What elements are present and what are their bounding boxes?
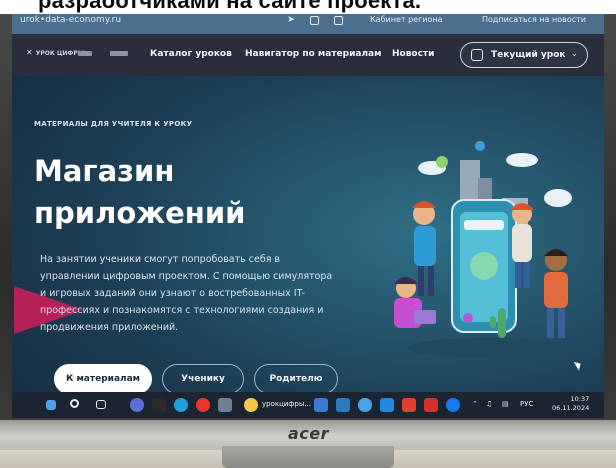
cactus-shape bbox=[498, 308, 506, 338]
app-icon-1[interactable] bbox=[130, 398, 144, 412]
monitor-stand bbox=[222, 446, 394, 468]
mail-icon[interactable] bbox=[380, 398, 394, 412]
cloud-shape bbox=[544, 189, 572, 207]
map-pin-icon bbox=[463, 313, 473, 323]
network-icon[interactable]: ▤ bbox=[502, 400, 509, 408]
phone-island-shape bbox=[470, 252, 498, 280]
app-icon-5[interactable] bbox=[336, 398, 350, 412]
kid-hair-shape bbox=[394, 277, 418, 284]
kid-leg-shape bbox=[428, 266, 434, 296]
kid-hair-shape bbox=[544, 249, 568, 256]
kid-hair-shape bbox=[412, 201, 436, 208]
task-view-icon[interactable] bbox=[96, 400, 106, 409]
ground-shadow-shape bbox=[408, 338, 568, 358]
parent-button[interactable]: Родителю bbox=[254, 364, 338, 394]
kid-leg-shape bbox=[515, 262, 521, 288]
app-icon-2[interactable] bbox=[152, 398, 166, 412]
robot-icon bbox=[471, 49, 483, 61]
edge-icon[interactable] bbox=[174, 398, 188, 412]
kid-leg-shape bbox=[524, 262, 530, 288]
nav-navigator-link[interactable]: Навигатор по материалам bbox=[245, 49, 382, 59]
facebook-icon[interactable] bbox=[446, 398, 460, 412]
kid-body-shape bbox=[512, 224, 532, 262]
cabinet-region-link[interactable]: Кабинет региона bbox=[370, 15, 443, 24]
cloud-shape bbox=[506, 153, 538, 167]
photo-caption: разработчиками на сайте проекта. bbox=[38, 0, 422, 13]
phone-ui-bar bbox=[464, 220, 504, 230]
windows-taskbar: урокцифры... ⌃ ♫ ▤ РУС 10:37 06.11.2024 bbox=[12, 392, 604, 418]
kid-leg-shape bbox=[418, 266, 424, 296]
app-icon-4[interactable] bbox=[314, 398, 328, 412]
kid-leg-shape bbox=[558, 308, 565, 338]
kid-leg-shape bbox=[547, 308, 554, 338]
hero-title: Магазин приложений bbox=[34, 150, 294, 234]
photo-caption-strip: разработчиками на сайте проекта. bbox=[0, 0, 616, 14]
telegram-icon[interactable]: ➤ bbox=[286, 15, 296, 25]
volume-icon[interactable]: ♫ bbox=[486, 400, 492, 408]
clock-time: 10:37 bbox=[570, 395, 590, 403]
tray-chevron-icon[interactable]: ⌃ bbox=[472, 400, 478, 408]
subscribe-news-link[interactable]: Подписаться на новости bbox=[482, 15, 586, 24]
ok-icon[interactable] bbox=[334, 16, 343, 25]
active-browser-icon[interactable] bbox=[244, 398, 258, 412]
active-window-label[interactable]: урокцифры... bbox=[262, 400, 311, 408]
clock-date: 06.11.2024 bbox=[552, 404, 590, 412]
partner-logo-2 bbox=[110, 51, 128, 56]
taskbar-clock[interactable]: 10:37 06.11.2024 bbox=[552, 395, 589, 413]
windows-start-icon[interactable] bbox=[46, 400, 56, 410]
hero-title-line-1: Магазин bbox=[34, 154, 175, 188]
student-button[interactable]: Ученику bbox=[162, 364, 244, 394]
vk-icon[interactable] bbox=[310, 16, 319, 25]
hero-description: На занятии ученики смогут попробовать се… bbox=[40, 254, 333, 333]
nav-catalog-link[interactable]: Каталог уроков bbox=[150, 49, 232, 59]
language-indicator[interactable]: РУС bbox=[520, 400, 533, 408]
map-pin-icon bbox=[436, 156, 448, 168]
cactus-shape bbox=[490, 316, 496, 328]
app-icon-7[interactable] bbox=[402, 398, 416, 412]
site-logo[interactable]: ✕ УРОК ЦИФРЫ bbox=[26, 49, 84, 57]
app-icon-8[interactable] bbox=[424, 398, 438, 412]
hero-illustration bbox=[394, 141, 572, 358]
kid-body-shape bbox=[414, 226, 436, 266]
nav-news-link[interactable]: Новости bbox=[392, 49, 434, 59]
monitor-brand-logo: acer bbox=[288, 424, 330, 443]
hero-title-line-2: приложений bbox=[34, 196, 246, 230]
partner-logo-1 bbox=[78, 51, 92, 56]
to-materials-button[interactable]: К материалам bbox=[54, 364, 152, 394]
main-nav: ✕ УРОК ЦИФРЫ Каталог уроков Навигатор по … bbox=[12, 34, 604, 76]
search-icon[interactable] bbox=[70, 399, 79, 408]
site-url[interactable]: urok•data-economy.ru bbox=[20, 15, 121, 25]
app-icon-6[interactable] bbox=[358, 398, 372, 412]
map-pin-icon bbox=[475, 141, 485, 151]
kid-body-shape bbox=[544, 272, 568, 308]
yandex-icon[interactable] bbox=[196, 398, 210, 412]
current-lesson-label: Текущий урок bbox=[491, 50, 566, 60]
laptop-shape bbox=[414, 310, 436, 324]
current-lesson-button[interactable]: Текущий урок ⌄ bbox=[460, 42, 588, 68]
hero-eyebrow: МАТЕРИАЛЫ ДЛЯ УЧИТЕЛЯ К УРОКУ bbox=[34, 120, 193, 128]
monitor-screen: urok•data-economy.ru ➤ Кабинет региона П… bbox=[12, 8, 604, 418]
app-icon-3[interactable] bbox=[218, 398, 232, 412]
chevron-down-icon: ⌄ bbox=[571, 49, 578, 58]
